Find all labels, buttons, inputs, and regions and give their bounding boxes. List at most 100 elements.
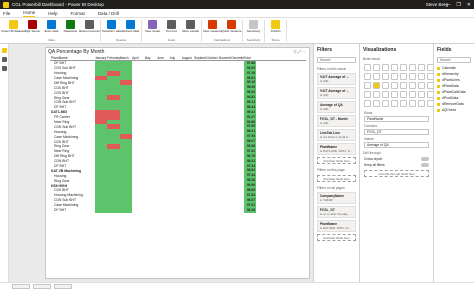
table-view-icon[interactable] [2,57,7,62]
add-drill-through-field[interactable]: Add drill-through fields here [364,170,429,177]
filters-search-input[interactable]: Search [317,57,356,63]
ribbon-button[interactable]: SQL Server [25,20,40,34]
visual-type-icon[interactable] [409,64,416,71]
column-header[interactable]: January [95,56,107,60]
filter-card[interactable]: FCSL_DT - Month is (All) [317,115,356,127]
add-all-pages-filter-field[interactable]: Add data fields here [317,234,356,241]
visual-type-icon[interactable] [400,82,407,89]
column-header[interactable]: August [182,56,194,60]
page-tab[interactable] [12,284,30,289]
visual-type-icon[interactable] [364,100,371,107]
filter-card[interactable]: CompanyName is 'Sdfdfd' [317,192,356,204]
filter-card[interactable]: PlantName is DAT-MID, DATC, D... [317,220,356,232]
visual-type-icon[interactable] [382,64,389,71]
ribbon-button[interactable]: Publish [268,20,283,34]
minimize-button[interactable]: — [445,2,450,8]
filter-card[interactable]: %OT Average of ... is (All) [317,73,356,85]
visual-type-icon[interactable] [400,64,407,71]
visual-type-icon[interactable] [391,64,398,71]
ribbon-button[interactable]: Refresh data [122,20,139,34]
column-header[interactable]: June [157,56,169,60]
visual-type-icon[interactable] [418,73,425,80]
page-tab[interactable] [54,284,72,289]
add-filter-field[interactable]: Add data fields here [317,157,356,164]
ribbon-button[interactable]: Quick measure [221,20,242,34]
report-view-icon[interactable] [2,48,7,53]
table-row[interactable]: DF BHT 98.18 [50,207,306,213]
ribbon-button[interactable]: Enter data [44,20,59,34]
visual-type-icon[interactable] [364,91,371,98]
visual-type-icon[interactable] [373,100,380,107]
ribbon-button[interactable]: Recent sources [79,20,100,34]
maximize-button[interactable]: ❐ [456,2,460,8]
filter-card[interactable]: FCSL_DT is on or after Sunday, ... [317,206,356,218]
visual-type-icon[interactable] [382,73,389,80]
visual-type-icon[interactable] [382,91,389,98]
add-page-filter-field[interactable]: Add data fields here [317,175,356,182]
visual-type-icon[interactable] [400,91,407,98]
visual-type-icon[interactable] [418,64,425,71]
menu-file[interactable]: File [3,11,10,16]
menu-help[interactable]: Help [48,11,57,16]
keep-filters-switch[interactable] [421,163,429,167]
visual-type-icon[interactable] [391,82,398,89]
visual-type-icon[interactable] [400,73,407,80]
visual-type-icon[interactable] [364,73,371,80]
field-well-value[interactable]: FCSL_DT [364,129,429,135]
visual-type-icon[interactable] [409,73,416,80]
column-header[interactable]: October [207,56,219,60]
column-header[interactable]: September [194,56,206,60]
visual-type-icon[interactable] [391,100,398,107]
column-header[interactable]: May [145,56,157,60]
fields-search-input[interactable]: Search [437,57,471,63]
keep-filters-toggle[interactable]: Keep all filters [360,162,433,168]
filter-card[interactable]: PlantName is DAT1-MID, DAT2, D... [317,143,356,155]
ribbon-button[interactable]: More visuals [182,20,199,34]
visual-type-icon[interactable] [364,82,371,89]
column-header[interactable]: Total [244,56,256,60]
visual-type-icon[interactable] [382,100,389,107]
column-header[interactable]: December [231,56,243,60]
ribbon-button[interactable]: Sensitivity [246,20,261,34]
visual-type-icon[interactable] [373,73,380,80]
page-tab[interactable] [33,284,51,289]
visual-type-icon[interactable] [373,91,380,98]
model-view-icon[interactable] [2,66,7,71]
close-button[interactable]: ✕ [467,2,471,8]
filter-card[interactable]: Average of QA is (All) [317,101,356,113]
ribbon-button[interactable]: Power BI datasets [1,20,26,34]
column-header[interactable]: April [132,56,144,60]
visual-type-icon[interactable] [418,82,425,89]
filter-card[interactable]: %OT Average of ... is (All) [317,87,356,99]
menu-home[interactable]: Home [23,10,36,17]
visual-type-icon[interactable] [391,91,398,98]
visual-type-icon[interactable] [409,82,416,89]
column-header[interactable]: February [107,56,119,60]
ribbon-button[interactable]: Dataverse [63,20,78,34]
column-header[interactable]: November [219,56,231,60]
visual-type-icon[interactable] [409,100,416,107]
matrix-visual[interactable]: QA Percentage By Month ▽ ⤢ ··· PlantName… [45,47,310,279]
visual-type-icon[interactable] [373,64,380,71]
field-table-item[interactable]: dQCheck [434,107,474,113]
visual-type-icon[interactable] [418,91,425,98]
visual-type-icon[interactable] [364,64,371,71]
visual-type-icon[interactable] [400,100,407,107]
menu-data-drill[interactable]: Data / Drill [98,11,119,16]
menu-format[interactable]: Format [71,11,85,16]
ribbon-button[interactable]: Text box [164,20,179,34]
column-header[interactable]: PlantName [50,56,95,60]
ribbon-button[interactable]: New visual [145,20,160,34]
visual-type-icon[interactable] [373,82,380,89]
visual-type-icon[interactable] [409,91,416,98]
column-header[interactable]: March [120,56,132,60]
field-well-value[interactable]: Average of QA [364,142,429,148]
filter-card[interactable]: LineTab Line is not Final 1, Final 2... [317,129,356,141]
ribbon-button[interactable]: New measure [203,20,222,34]
column-header[interactable]: July [169,56,181,60]
ribbon-button[interactable]: Transform data [101,20,122,34]
visual-type-icon[interactable] [391,73,398,80]
visual-type-icon[interactable] [382,82,389,89]
cross-report-switch[interactable] [421,157,429,161]
visual-header-tools[interactable]: ▽ ⤢ ··· [294,49,307,54]
